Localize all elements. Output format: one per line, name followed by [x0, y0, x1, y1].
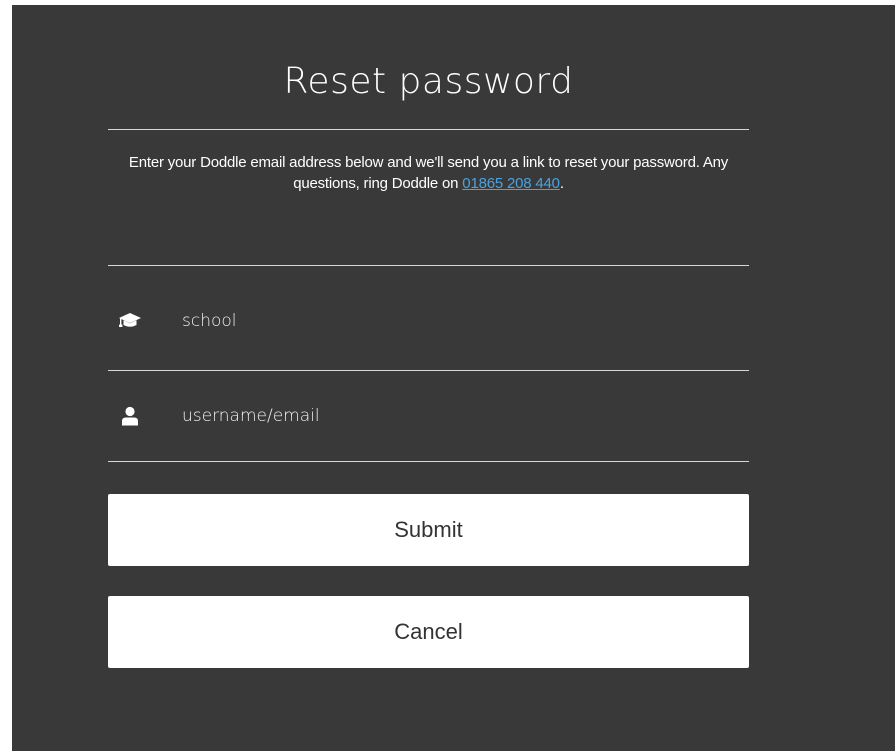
cancel-button[interactable]: Cancel — [108, 596, 749, 668]
username-input[interactable] — [182, 406, 702, 426]
intro-text: Enter your Doddle email address below an… — [108, 152, 749, 194]
submit-button[interactable]: Submit — [108, 494, 749, 566]
username-field[interactable] — [108, 386, 749, 446]
graduation-cap-icon — [112, 309, 148, 333]
title-divider — [108, 129, 749, 130]
phone-number-link[interactable]: 01865 208 440 — [462, 175, 560, 192]
intro-suffix: . — [559, 175, 564, 192]
school-divider — [108, 370, 749, 371]
username-divider — [108, 461, 749, 462]
intro-divider — [108, 265, 749, 266]
school-field[interactable] — [108, 291, 749, 351]
school-input[interactable] — [182, 311, 702, 331]
user-icon — [112, 404, 148, 428]
intro-message: Enter your Doddle email address below an… — [128, 154, 729, 192]
page-title: Reset password — [283, 61, 574, 102]
